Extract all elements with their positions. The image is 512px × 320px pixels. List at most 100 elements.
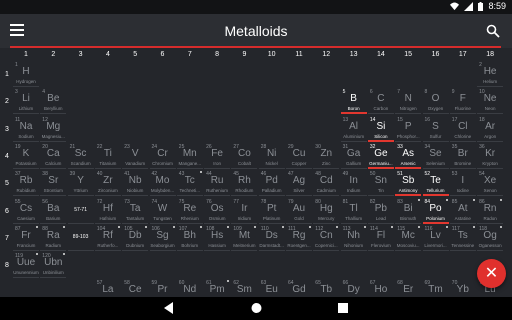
element-cell-og[interactable]: 118 Og Oganesson (477, 225, 504, 251)
element-cell-br[interactable]: 35 Br Bromine (449, 143, 476, 169)
element-cell-mn[interactable]: 25 Mn Mangane... (176, 143, 203, 169)
element-cell-zn[interactable]: 30 Zn Zinc (313, 143, 340, 169)
element-cell-b[interactable]: 5 B Boron (340, 88, 367, 115)
element-cell-k[interactable]: 19 K Potassium (13, 143, 39, 169)
element-cell-ds[interactable]: 110 Ds Darmstadt... (258, 225, 285, 251)
element-cell-pt[interactable]: 78 Pt Platinum (258, 198, 285, 224)
element-cell-ge[interactable]: 32 Ge Germaniu... (367, 143, 394, 169)
element-cell-ga[interactable]: 31 Ga Gallium (340, 143, 367, 169)
element-cell-sn[interactable]: 50 Sn Tin (367, 170, 394, 197)
recents-icon[interactable] (338, 302, 348, 314)
element-cell-mt[interactable]: 109 Mt Meitnerium (231, 225, 258, 251)
element-cell-y[interactable]: 39 Y Yttrium (67, 170, 94, 197)
element-cell-cl[interactable]: 17 Cl Chlorine (449, 116, 476, 142)
element-cell-ca[interactable]: 20 Ca Calcium (40, 143, 67, 169)
element-cell-pd[interactable]: 46 Pd Palladium (258, 170, 285, 197)
element-cell-ne[interactable]: 10 Ne Neon (477, 88, 504, 115)
element-cell-ar[interactable]: 18 Ar Argon (477, 116, 504, 142)
element-cell-mg[interactable]: 12 Mg Magnesiu... (40, 116, 67, 142)
element-cell-i[interactable]: 53 I Iodine (449, 170, 476, 197)
element-symbol: Sr (48, 175, 59, 187)
close-fab-button[interactable]: ✕ (477, 259, 506, 288)
element-cell-ru[interactable]: 44 Ru Ruthenium (204, 170, 231, 197)
element-cell-f[interactable]: 9 F Fluorine (449, 88, 476, 115)
element-cell-xe[interactable]: 54 Xe Xenon (477, 170, 504, 197)
element-cell-co[interactable]: 27 Co Cobalt (231, 143, 258, 169)
element-cell-c[interactable]: 6 C Carbon (367, 88, 394, 115)
element-cell-al[interactable]: 13 Al Aluminium (340, 116, 367, 142)
element-cell-rg[interactable]: 111 Rg Roentgen... (286, 225, 312, 251)
element-cell-pb[interactable]: 82 Pb Lead (367, 198, 394, 224)
element-cell-ubn[interactable]: 120 Ubn Unbinilium (40, 252, 67, 279)
element-cell-ba[interactable]: 56 Ba Barium (40, 198, 67, 224)
element-cell-in[interactable]: 49 In Indium (340, 170, 367, 197)
element-cell-rf[interactable]: 104 Rf Rutherfo... (94, 225, 121, 251)
element-cell-kr[interactable]: 36 Kr Krypton (477, 143, 504, 169)
element-cell-na[interactable]: 11 Na Sodium (13, 116, 39, 142)
element-cell-bi[interactable]: 83 Bi Bismuth (395, 198, 422, 224)
element-cell-mo[interactable]: 42 Mo Molybden... (149, 170, 176, 197)
element-cell-he[interactable]: 2 He Helium (477, 61, 504, 87)
element-cell-po[interactable]: 84 Po Polonium (422, 198, 449, 224)
element-cell-li[interactable]: 3 Li Lithium (13, 88, 39, 115)
element-cell-ra[interactable]: 88 Ra Radium (40, 225, 67, 251)
element-cell-s[interactable]: 16 S Sulfur (422, 116, 449, 142)
element-cell-cn[interactable]: 112 Cn Copernici... (313, 225, 340, 251)
search-icon[interactable] (486, 24, 500, 38)
element-cell-at[interactable]: 85 At Astatine (449, 198, 476, 224)
element-cell-fe[interactable]: 26 Fe Iron (204, 143, 231, 169)
element-cell-w[interactable]: 74 W Tungsten (149, 198, 176, 224)
element-cell-db[interactable]: 105 Db Dubnium (122, 225, 149, 251)
element-cell-uue[interactable]: 119 Uue Ununennium (13, 252, 39, 279)
element-cell-re[interactable]: 75 Re Rhenium (176, 198, 203, 224)
element-cell-fl[interactable]: 114 Fl Flerovium (367, 225, 394, 251)
element-cell-p[interactable]: 15 P Phosphor... (395, 116, 422, 142)
home-icon[interactable] (251, 302, 262, 314)
element-cell-sc[interactable]: 21 Sc Scandium (67, 143, 94, 169)
element-cell-n[interactable]: 7 N Nitrogen (395, 88, 422, 115)
element-cell-h[interactable]: 1 H Hydrogen (13, 61, 39, 87)
element-cell-ta[interactable]: 73 Ta Tantalum (122, 198, 149, 224)
element-cell-rh[interactable]: 45 Rh Rhodium (231, 170, 258, 197)
element-range-cell[interactable]: 89-103 (67, 225, 94, 251)
element-cell-rn[interactable]: 86 Rn Radon (477, 198, 504, 224)
element-cell-o[interactable]: 8 O Oxygen (422, 88, 449, 115)
element-cell-rb[interactable]: 37 Rb Rubidium (13, 170, 39, 197)
element-cell-cs[interactable]: 55 Cs Caesium (13, 198, 39, 224)
element-cell-se[interactable]: 34 Se Selenium (422, 143, 449, 169)
element-cell-zr[interactable]: 40 Zr Zirconium (94, 170, 121, 197)
element-cell-sb[interactable]: 51 Sb Antimony (395, 170, 422, 197)
element-cell-cr[interactable]: 24 Cr Chromium (149, 143, 176, 169)
element-cell-te[interactable]: 52 Te Tellurium (422, 170, 449, 197)
element-cell-tc[interactable]: 43 Tc Techneti... (176, 170, 203, 197)
element-cell-ts[interactable]: 117 Ts Tennessine (449, 225, 476, 251)
element-cell-as[interactable]: 33 As Arsenic (395, 143, 422, 169)
cell-underline (340, 222, 367, 224)
element-cell-cd[interactable]: 48 Cd Cadmium (313, 170, 340, 197)
element-cell-ti[interactable]: 22 Ti Titanium (94, 143, 121, 169)
element-cell-v[interactable]: 23 V Vanadium (122, 143, 149, 169)
back-icon[interactable] (164, 302, 174, 314)
element-cell-ir[interactable]: 77 Ir Iridium (231, 198, 258, 224)
element-cell-mc[interactable]: 115 Mc Moscoviu... (395, 225, 422, 251)
element-cell-nh[interactable]: 113 Nh Nihonium (340, 225, 367, 251)
element-cell-be[interactable]: 4 Be Beryllium (40, 88, 67, 115)
element-cell-lv[interactable]: 116 Lv Livermori... (422, 225, 449, 251)
element-cell-au[interactable]: 79 Au Gold (286, 198, 312, 224)
element-name: Iodine (456, 188, 469, 194)
element-cell-sg[interactable]: 106 Sg Seaborgium (149, 225, 176, 251)
element-range-cell[interactable]: 57-71 (67, 198, 94, 224)
element-cell-ag[interactable]: 47 Ag Silver (286, 170, 312, 197)
element-cell-hs[interactable]: 108 Hs Hassium (204, 225, 231, 251)
element-cell-os[interactable]: 76 Os Osmium (204, 198, 231, 224)
element-cell-fr[interactable]: 87 Fr Francium (13, 225, 39, 251)
element-cell-tl[interactable]: 81 Tl Thallium (340, 198, 367, 224)
element-cell-si[interactable]: 14 Si Silicon (367, 116, 394, 142)
element-cell-nb[interactable]: 41 Nb Niobium (122, 170, 149, 197)
element-cell-hf[interactable]: 72 Hf Hafnium (94, 198, 121, 224)
element-cell-hg[interactable]: 80 Hg Mercury (313, 198, 340, 224)
element-cell-bh[interactable]: 107 Bh Bohrium (176, 225, 203, 251)
element-cell-ni[interactable]: 28 Ni Nickel (258, 143, 285, 169)
element-cell-cu[interactable]: 29 Cu Copper (286, 143, 312, 169)
element-cell-sr[interactable]: 38 Sr Strontium (40, 170, 67, 197)
